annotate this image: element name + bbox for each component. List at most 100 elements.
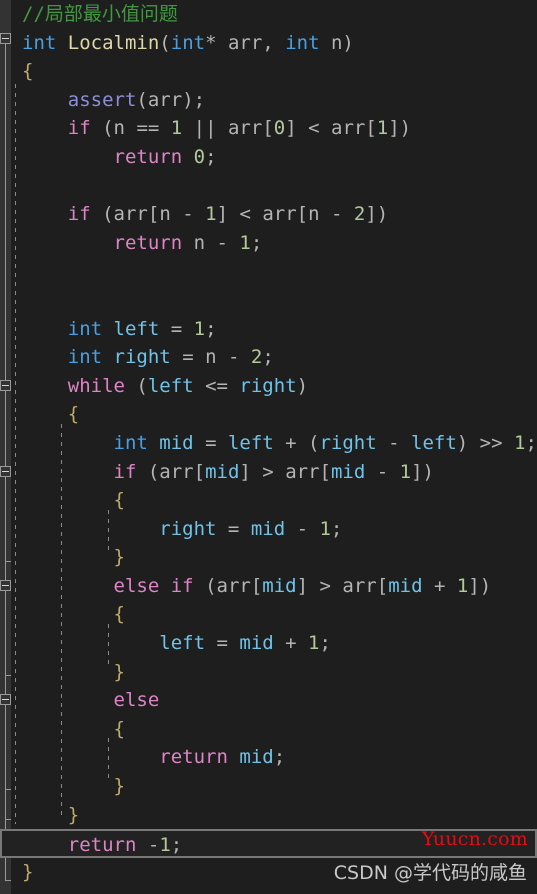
code-token: - (147, 834, 160, 857)
code-line[interactable]: if (n == 1 || arr[0] < arr[1]) (0, 114, 537, 143)
code-token: right (319, 431, 377, 454)
code-line[interactable]: { (0, 400, 537, 429)
code-token: - (365, 460, 400, 483)
code-token: left (227, 431, 274, 454)
site-watermark: Yuucn.com (421, 828, 528, 850)
code-token: 1 (239, 231, 251, 254)
code-token: [ (319, 460, 331, 483)
code-token: 1 (159, 834, 171, 857)
code-line[interactable]: { (0, 57, 537, 86)
code-token: ]) (411, 460, 434, 483)
code-token: = (159, 317, 194, 340)
code-token: n (205, 346, 217, 369)
code-token: n (193, 231, 206, 254)
code-token: int (67, 317, 103, 340)
code-line[interactable]: { (0, 600, 537, 629)
code-token: >> (479, 431, 514, 454)
code-token: ; (262, 346, 274, 369)
code-token: 1 (308, 632, 320, 655)
code-line[interactable]: else if (arr[mid] > arr[mid + 1]) (0, 572, 537, 601)
code-token: ( (90, 203, 114, 226)
code-token: right (113, 346, 171, 369)
code-token: { (67, 403, 80, 426)
code-token: { (22, 60, 34, 83)
code-token: return (159, 746, 228, 769)
code-token: , (262, 31, 286, 54)
code-line[interactable]: int mid = left + (right - left) >> 1; (0, 429, 537, 458)
code-line[interactable]: if (arr[mid] > arr[mid - 1]) (0, 458, 537, 487)
code-line[interactable] (0, 172, 537, 201)
code-line[interactable]: } (0, 658, 537, 687)
code-content[interactable]: //局部最小值问题 int Localmin(int* arr, int n){ … (0, 0, 537, 886)
code-token: mid (205, 460, 240, 483)
code-token: ; (330, 517, 343, 540)
code-line[interactable] (0, 286, 537, 315)
code-token: { (113, 489, 125, 512)
code-token: ] (216, 203, 240, 226)
code-token: int (67, 346, 103, 369)
code-line[interactable]: } (0, 543, 537, 572)
code-line[interactable]: return 0; (0, 143, 537, 172)
code-token: 0 (273, 117, 286, 140)
code-token: [ (365, 117, 377, 140)
code-line[interactable]: return mid; (0, 743, 537, 772)
code-token: - (319, 203, 354, 226)
code-token: arr (159, 460, 194, 483)
code-token: mid (239, 632, 274, 655)
code-token: arr (147, 88, 183, 111)
code-token: right (159, 517, 217, 540)
code-token: if (67, 117, 91, 140)
code-token: ] (285, 117, 309, 140)
code-token: mid (330, 460, 366, 483)
code-line[interactable]: } (0, 801, 537, 830)
code-token: ( (193, 574, 217, 597)
code-line[interactable]: return n - 1; (0, 229, 537, 258)
code-token: left (147, 374, 194, 397)
code-line[interactable]: left = mid + 1; (0, 629, 537, 658)
code-editor[interactable]: //局部最小值问题 int Localmin(int* arr, int n){ … (0, 0, 537, 894)
code-token: left (113, 317, 160, 340)
code-token: mid (250, 517, 286, 540)
code-token: } (113, 546, 125, 569)
code-token: assert (67, 88, 137, 111)
code-line[interactable]: int left = 1; (0, 315, 537, 344)
code-line[interactable]: while (left <= right) (0, 372, 537, 401)
code-line[interactable]: { (0, 715, 537, 744)
code-token: || (182, 117, 228, 140)
code-line[interactable]: int right = n - 2; (0, 343, 537, 372)
code-line[interactable]: } (0, 772, 537, 801)
code-line[interactable]: //局部最小值问题 (0, 0, 537, 29)
code-token: 1 (399, 460, 412, 483)
code-token: ]) (468, 574, 492, 597)
code-token: else (113, 689, 160, 712)
code-token: <= (193, 374, 240, 397)
code-token: ; (273, 746, 286, 769)
code-line[interactable]: right = mid - 1; (0, 515, 537, 544)
code-line[interactable]: if (arr[n - 1] < arr[n - 2]) (0, 200, 537, 229)
code-token: int (113, 431, 148, 454)
code-line[interactable]: int Localmin(int* arr, int n) (0, 29, 537, 58)
code-token: [ (193, 460, 206, 483)
code-line[interactable]: else (0, 686, 537, 715)
code-token: ) (456, 431, 480, 454)
code-token: < (308, 117, 331, 140)
code-line[interactable]: assert(arr); (0, 86, 537, 115)
code-line[interactable] (0, 257, 537, 286)
code-line[interactable]: { (0, 486, 537, 515)
code-token: int (22, 31, 57, 54)
